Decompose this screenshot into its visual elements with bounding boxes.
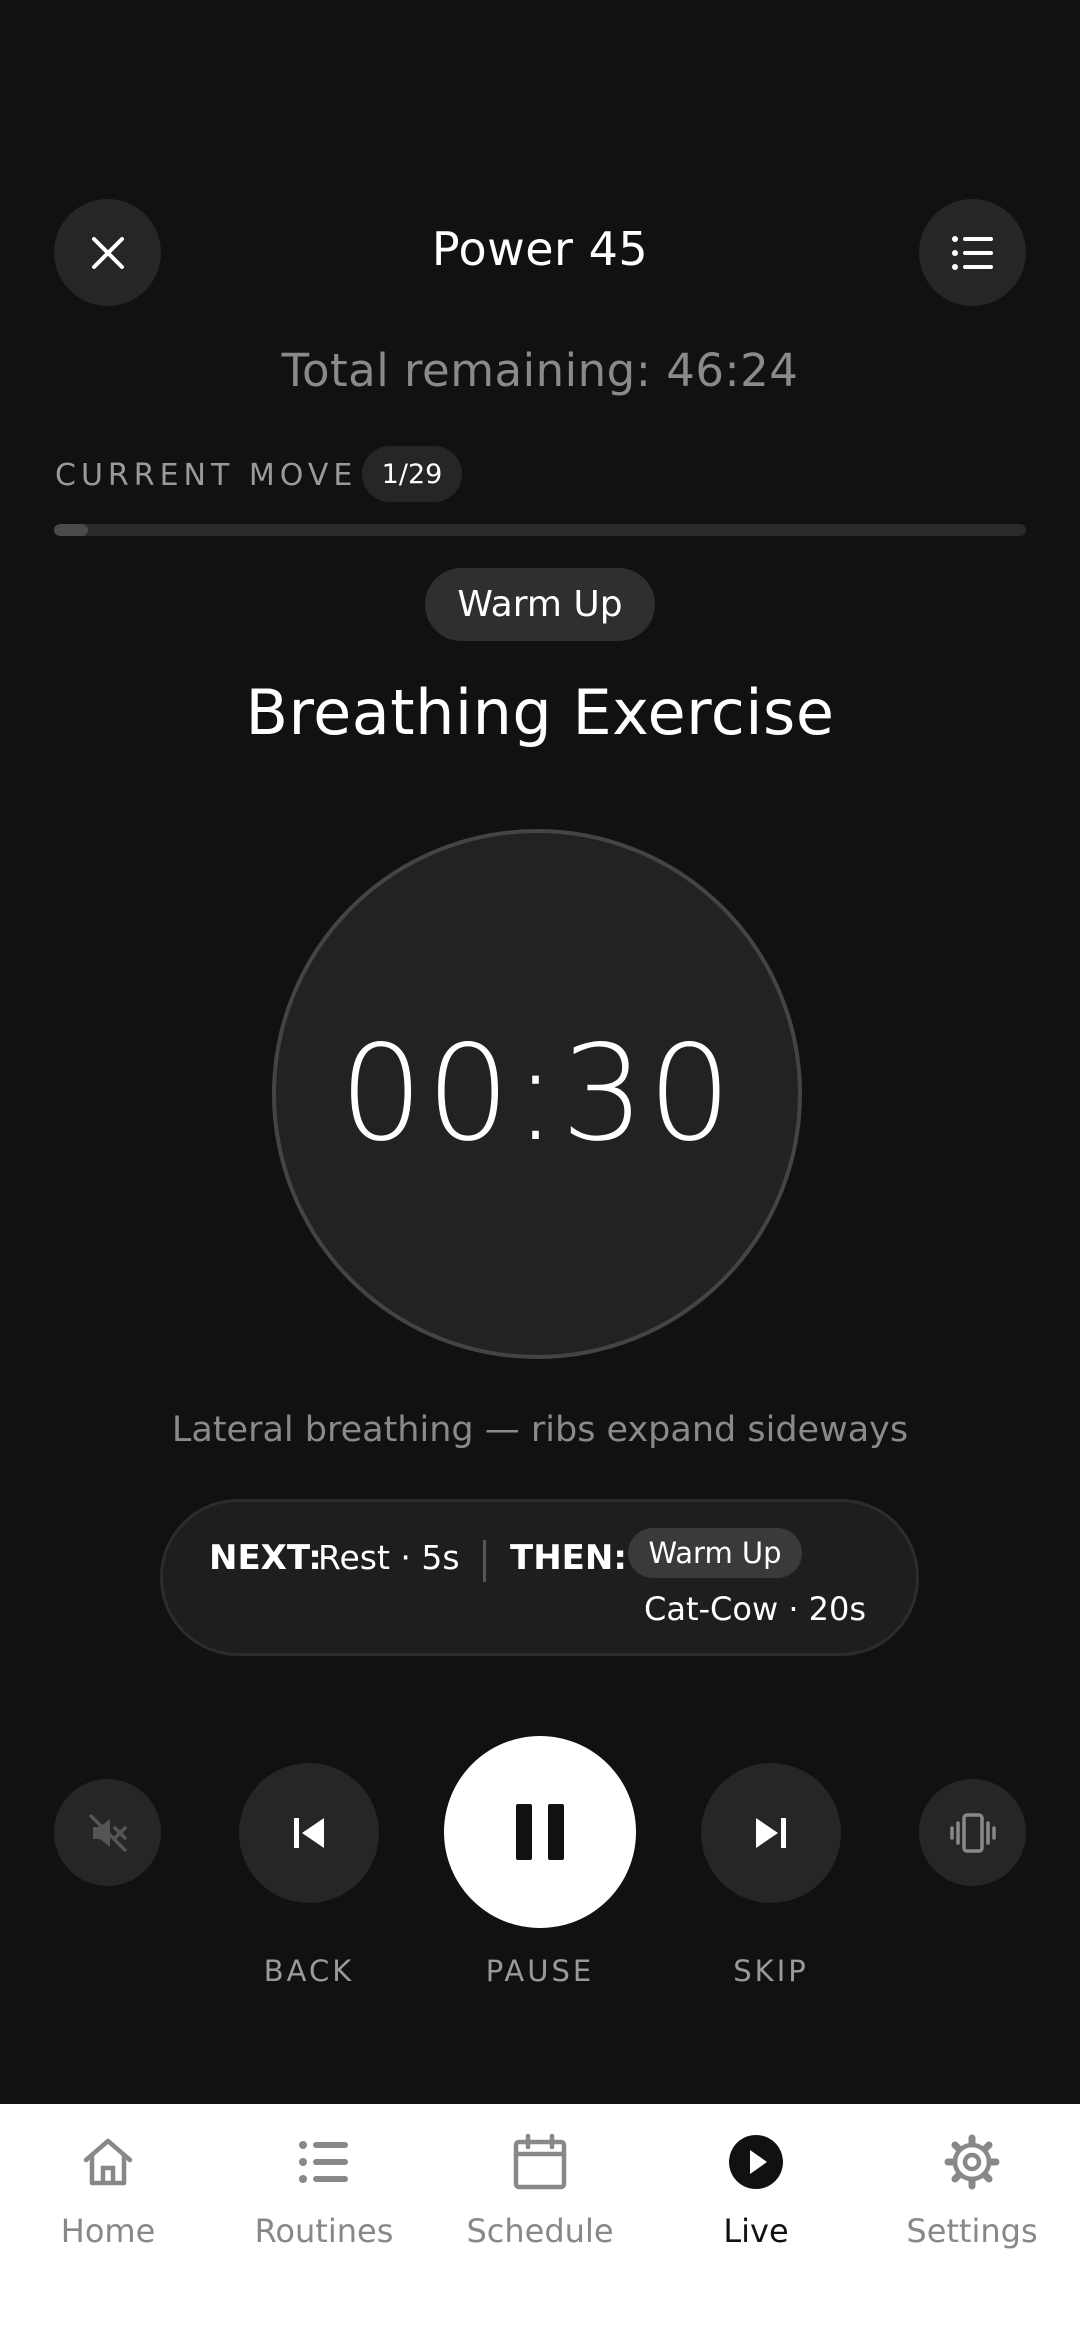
nav-label-routines: Routines (254, 2212, 394, 2250)
progress-fill (54, 524, 88, 536)
list-icon (951, 235, 993, 270)
nav-label-home: Home (60, 2212, 156, 2250)
phase-badge: Warm Up (425, 568, 655, 641)
nav-label-live: Live (723, 2212, 789, 2250)
current-move-label: CURRENT MOVE (55, 458, 358, 493)
pause-icon (516, 1804, 564, 1860)
pause-button[interactable] (444, 1736, 636, 1928)
gear-icon (944, 2134, 1000, 2190)
exercise-cue: Lateral breathing — ribs expand sideways (171, 1410, 909, 1450)
back-button[interactable] (239, 1763, 379, 1903)
then-move: Cat-Cow · 20s (644, 1590, 867, 1628)
next-move: Rest · 5s (318, 1538, 460, 1577)
pause-label: PAUSE (485, 1954, 595, 1988)
nav-item-schedule[interactable]: Schedule (432, 2104, 648, 2254)
total-remaining: Total remaining: 46:24 (281, 344, 799, 397)
timer-circle: 00:30 (272, 829, 802, 1359)
skip-previous-icon (294, 1818, 324, 1848)
move-counter-badge: 1/29 (362, 446, 462, 502)
skip-label: SKIP (733, 1954, 809, 1988)
nav-label-settings: Settings (906, 2212, 1038, 2250)
move-list-button[interactable] (919, 199, 1026, 306)
divider (483, 1540, 486, 1582)
vibrate-icon (949, 1812, 996, 1853)
play-circle-icon (729, 2135, 783, 2189)
bottom-navigation: Home Routines Schedule Live Settings (0, 2104, 1080, 2348)
nav-item-routines[interactable]: Routines (216, 2104, 432, 2254)
speaker-muted-icon (88, 1813, 127, 1852)
routine-title: Power 45 (431, 222, 649, 276)
nav-item-home[interactable]: Home (0, 2104, 216, 2254)
nav-item-settings[interactable]: Settings (864, 2104, 1080, 2254)
exercise-name: Breathing Exercise (245, 676, 835, 749)
home-icon (83, 2138, 133, 2186)
list-icon (299, 2141, 348, 2183)
back-label: BACK (263, 1954, 355, 1988)
then-label: THEN: (510, 1538, 627, 1578)
mute-button[interactable] (54, 1779, 161, 1886)
countdown-timer: 00:30 (339, 1017, 735, 1171)
skip-button[interactable] (701, 1763, 841, 1903)
progress-bar (54, 524, 1026, 536)
skip-next-icon (756, 1818, 786, 1848)
up-next-card: NEXT: Rest · 5s THEN: Warm Up Cat-Cow · … (160, 1499, 919, 1656)
then-phase-badge: Warm Up (628, 1528, 802, 1578)
vibrate-button[interactable] (919, 1779, 1026, 1886)
next-label: NEXT: (209, 1538, 322, 1578)
nav-item-live[interactable]: Live (648, 2104, 864, 2254)
calendar-icon (513, 2134, 567, 2190)
nav-label-schedule: Schedule (466, 2212, 614, 2250)
